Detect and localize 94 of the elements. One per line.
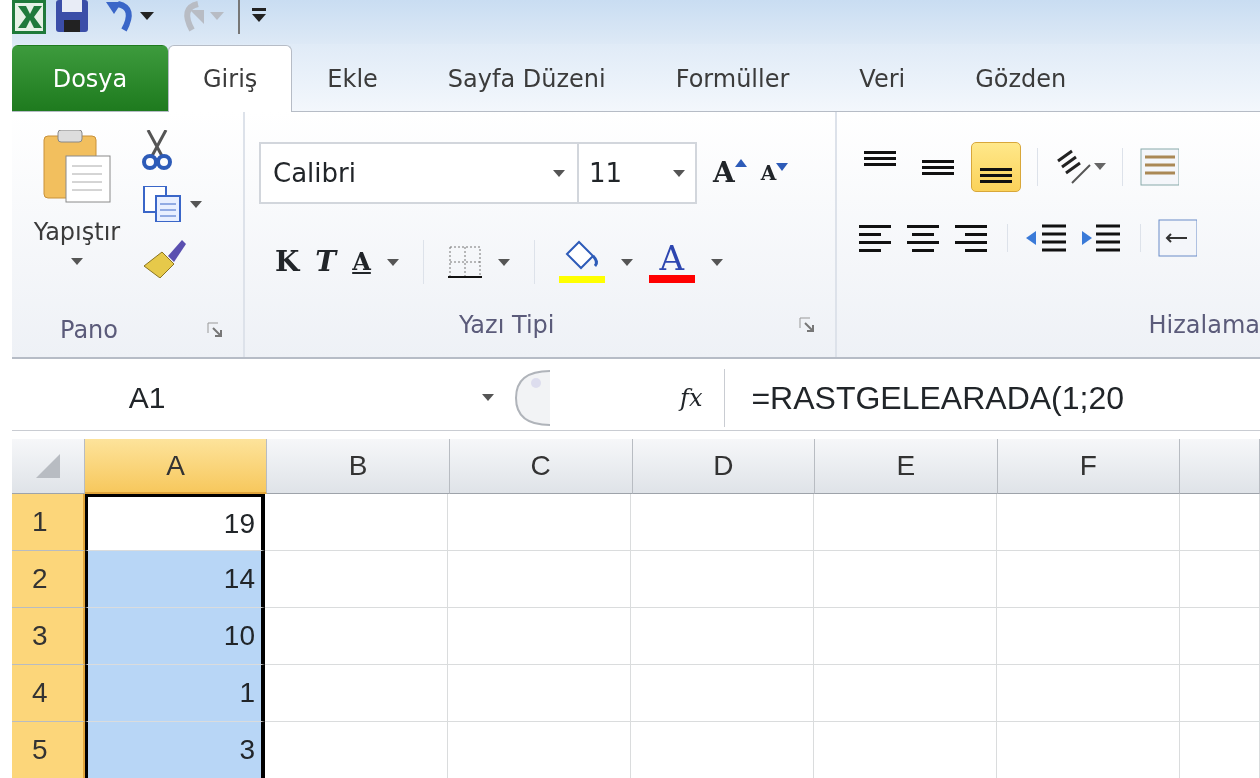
grid-cell[interactable] xyxy=(814,665,997,722)
grid-cell[interactable] xyxy=(631,494,814,551)
scissors-icon[interactable] xyxy=(142,130,172,170)
column-header[interactable]: A xyxy=(84,439,268,494)
ribbon-tab[interactable]: Giriş xyxy=(168,45,293,112)
grid-cell[interactable] xyxy=(631,665,814,722)
ribbon-tab[interactable]: Formüller xyxy=(640,45,825,111)
grid-cell[interactable] xyxy=(1180,494,1260,551)
name-box[interactable]: A1 xyxy=(12,368,512,427)
top-align-icon xyxy=(864,151,896,166)
table-cell[interactable]: 19 xyxy=(85,494,265,551)
grid-cell[interactable] xyxy=(1180,608,1260,665)
grid-cell[interactable] xyxy=(265,608,448,665)
grid-cell[interactable] xyxy=(997,608,1180,665)
file-tab[interactable]: Dosya xyxy=(12,45,168,111)
grid-cell[interactable] xyxy=(448,665,631,722)
row-header[interactable]: 3 xyxy=(12,608,85,665)
italic-button[interactable]: T xyxy=(315,248,337,276)
row-header[interactable]: 1 xyxy=(12,494,85,551)
formula-field[interactable]: =RASTGELEARADA(1;20 xyxy=(724,368,1260,427)
row-header[interactable]: 4 xyxy=(12,665,85,722)
table-cell[interactable]: 3 xyxy=(85,722,265,778)
underline-button[interactable]: A xyxy=(352,250,371,274)
bold-button[interactable]: K xyxy=(275,248,300,276)
table-cell[interactable]: 1 xyxy=(85,665,265,722)
bottom-align-icon xyxy=(980,168,1012,183)
paste-button[interactable]: Yapıştır xyxy=(33,214,121,250)
column-header[interactable]: C xyxy=(449,439,633,494)
caret-icon[interactable] xyxy=(386,258,399,266)
down-arrow-icon xyxy=(776,163,789,171)
caret-icon[interactable] xyxy=(71,258,83,265)
table-cell[interactable]: 14 xyxy=(85,551,265,608)
grid-cell[interactable] xyxy=(631,551,814,608)
grid-cell[interactable] xyxy=(814,551,997,608)
column-header[interactable]: F xyxy=(997,439,1181,494)
group-label: Hizalama xyxy=(1148,310,1260,341)
caret-icon[interactable] xyxy=(497,258,510,266)
grid-cell[interactable] xyxy=(997,494,1180,551)
row-header[interactable]: 5 xyxy=(12,722,85,778)
borders-icon[interactable] xyxy=(447,245,482,279)
up-arrow-icon xyxy=(734,159,747,167)
grid-cell[interactable] xyxy=(1180,665,1260,722)
paintbrush-icon[interactable] xyxy=(142,238,188,278)
grid-cell[interactable] xyxy=(997,551,1180,608)
grid-cell[interactable] xyxy=(997,665,1180,722)
caret-icon[interactable] xyxy=(190,200,202,208)
grid-cell[interactable] xyxy=(265,665,448,722)
customize-toolbar-icon[interactable] xyxy=(238,0,268,34)
dialog-launcher-icon[interactable] xyxy=(799,317,815,333)
shrink-font-button[interactable]: A xyxy=(760,163,789,183)
column-header[interactable]: D xyxy=(632,439,816,494)
grid-cell[interactable] xyxy=(265,551,448,608)
select-all-button[interactable] xyxy=(12,439,85,494)
dialog-launcher-icon[interactable] xyxy=(207,322,223,338)
clipboard-icon[interactable] xyxy=(40,130,114,204)
grid-cell[interactable] xyxy=(265,494,448,551)
group-label: Yazı Tipi xyxy=(459,310,555,341)
insert-function-button[interactable]: fx xyxy=(680,379,703,416)
ribbon-tab[interactable]: Gözden xyxy=(940,45,1102,111)
caret-icon[interactable] xyxy=(553,169,565,177)
caret-icon[interactable] xyxy=(710,258,723,266)
column-header[interactable] xyxy=(1180,439,1260,494)
grid-cell[interactable] xyxy=(1180,551,1260,608)
caret-icon[interactable] xyxy=(673,169,685,177)
wrap-text-icon[interactable] xyxy=(1139,147,1179,187)
group-label: Pano xyxy=(60,315,118,346)
ribbon-tab[interactable]: Sayfa Düzeni xyxy=(412,45,641,111)
copy-icon[interactable] xyxy=(142,186,182,222)
font-color-button[interactable]: A xyxy=(648,241,695,283)
caret-icon[interactable] xyxy=(482,394,494,401)
grow-font-button[interactable]: A xyxy=(713,159,747,187)
grid-cell[interactable] xyxy=(448,608,631,665)
font-size-field[interactable]: 11 xyxy=(579,142,697,204)
grid-cell[interactable] xyxy=(448,494,631,551)
fill-color-icon[interactable] xyxy=(558,240,605,284)
align-button[interactable] xyxy=(971,142,1021,192)
caret-icon[interactable] xyxy=(620,258,633,266)
corner-triangle-icon xyxy=(35,454,60,478)
grid-cell[interactable] xyxy=(814,494,997,551)
table-cell[interactable]: 10 xyxy=(85,608,265,665)
splitter-handle-icon[interactable] xyxy=(512,368,552,427)
excel-icon[interactable] xyxy=(12,0,46,34)
font-name-field[interactable]: Calibri xyxy=(259,142,579,204)
grid-cell[interactable] xyxy=(448,551,631,608)
row-header[interactable]: 2 xyxy=(12,551,85,608)
column-header[interactable]: B xyxy=(267,439,450,494)
middle-align-icon xyxy=(922,159,954,175)
merge-cells-icon[interactable] xyxy=(1157,218,1197,258)
grid-cell[interactable] xyxy=(631,608,814,665)
ribbon-tab[interactable]: Veri xyxy=(824,45,941,111)
save-icon[interactable] xyxy=(56,0,88,34)
ribbon-tab[interactable]: Ekle xyxy=(292,45,413,111)
grid-cell[interactable] xyxy=(814,608,997,665)
column-header[interactable]: E xyxy=(815,439,998,494)
